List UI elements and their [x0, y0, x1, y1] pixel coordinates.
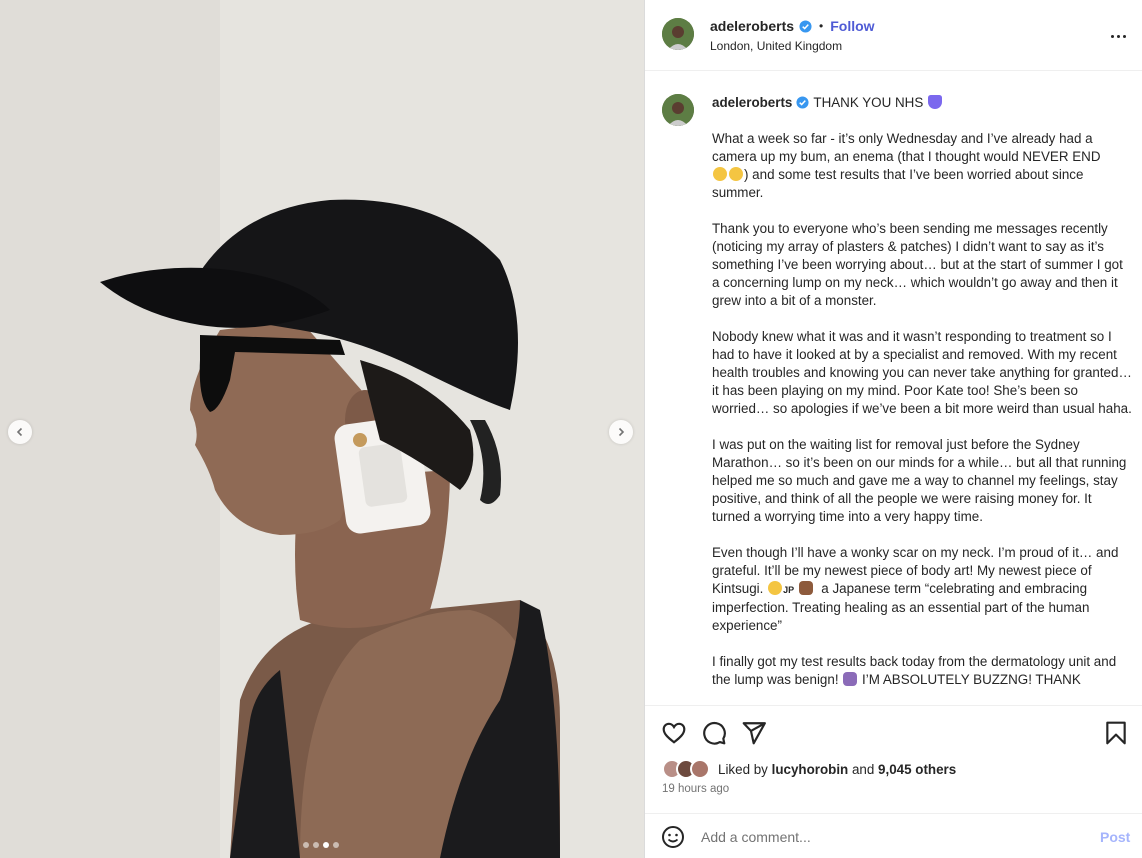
caption-paragraph: I was put on the waiting list for remova…: [712, 437, 1131, 524]
victory-hand-icon: [798, 581, 813, 595]
likes-count[interactable]: 9,045 others: [878, 762, 956, 777]
separator-dot: •: [819, 19, 824, 33]
save-button[interactable]: [1103, 720, 1129, 746]
praying-hands-icon: [843, 672, 858, 686]
follow-button[interactable]: Follow: [830, 18, 874, 34]
rofl-emoji-icon: [729, 167, 743, 181]
caption-paragraph: Thank you to everyone who’s been sending…: [712, 221, 1127, 308]
previous-image-button[interactable]: [8, 420, 32, 444]
comment-input[interactable]: [701, 826, 1071, 848]
emoji-picker-icon[interactable]: [661, 825, 685, 849]
post-header: adeleroberts • Follow London, United Kin…: [645, 0, 1142, 71]
post-photo: [0, 0, 644, 858]
purple-heart-icon: [928, 95, 942, 109]
verified-badge-icon: [799, 19, 812, 33]
comment-icon: [703, 721, 726, 745]
likes-summary: Liked by lucyhorobin and 9,045 others: [662, 758, 956, 780]
smile-emoji-icon: [768, 581, 783, 595]
action-bar: [645, 705, 1142, 757]
more-options-icon[interactable]: [1108, 26, 1128, 46]
laughing-emoji-icon: [713, 167, 727, 181]
caption-headline: adeleroberts THANK YOU NHS: [712, 94, 1132, 112]
heart-icon: [662, 722, 686, 744]
location-link[interactable]: London, United Kingdom: [710, 39, 842, 53]
carousel-dot: [303, 842, 309, 848]
likes-text: Liked by lucyhorobin and 9,045 others: [718, 761, 957, 777]
caption-username[interactable]: adeleroberts: [712, 95, 792, 110]
liker-avatars: [662, 759, 710, 779]
liker-username[interactable]: lucyhorobin: [772, 762, 849, 777]
send-icon: [742, 722, 766, 745]
caption-paragraph: Nobody knew what it was and it wasn’t re…: [712, 329, 1136, 416]
caption-text: adeleroberts THANK YOU NHS What a week so…: [712, 94, 1132, 689]
caption-section: adeleroberts THANK YOU NHS What a week so…: [645, 72, 1142, 705]
chevron-right-icon: [618, 427, 625, 437]
bookmark-icon: [1106, 721, 1126, 745]
post-media: [0, 0, 644, 858]
carousel-indicator: [303, 842, 339, 848]
avatar[interactable]: [662, 18, 694, 50]
avatar[interactable]: [662, 94, 694, 126]
share-button[interactable]: [741, 720, 767, 746]
caption-paragraph: Even though I’ll have a wonky scar on my…: [712, 545, 1123, 633]
comment-button[interactable]: [701, 720, 727, 746]
chevron-left-icon: [16, 427, 23, 437]
post-timestamp[interactable]: 19 hours ago: [662, 783, 729, 795]
verified-badge-icon: [796, 96, 809, 109]
avatar: [690, 759, 710, 779]
like-button[interactable]: [661, 720, 687, 746]
carousel-dot: [313, 842, 319, 848]
post-side-panel: adeleroberts • Follow London, United Kin…: [644, 0, 1142, 858]
post-comment-button[interactable]: Post: [1100, 829, 1130, 845]
caption-paragraph: I finally got my test results back today…: [712, 654, 1120, 687]
post-modal: adeleroberts • Follow London, United Kin…: [0, 0, 1142, 858]
carousel-dot: [333, 842, 339, 848]
caption-paragraph: What a week so far - it’s only Wednesday…: [712, 131, 1101, 200]
carousel-dot-active: [323, 842, 329, 848]
username[interactable]: adeleroberts: [710, 18, 794, 34]
comment-bar: Post: [645, 813, 1142, 858]
next-image-button[interactable]: [609, 420, 633, 444]
caption-title: THANK YOU NHS: [813, 95, 924, 110]
